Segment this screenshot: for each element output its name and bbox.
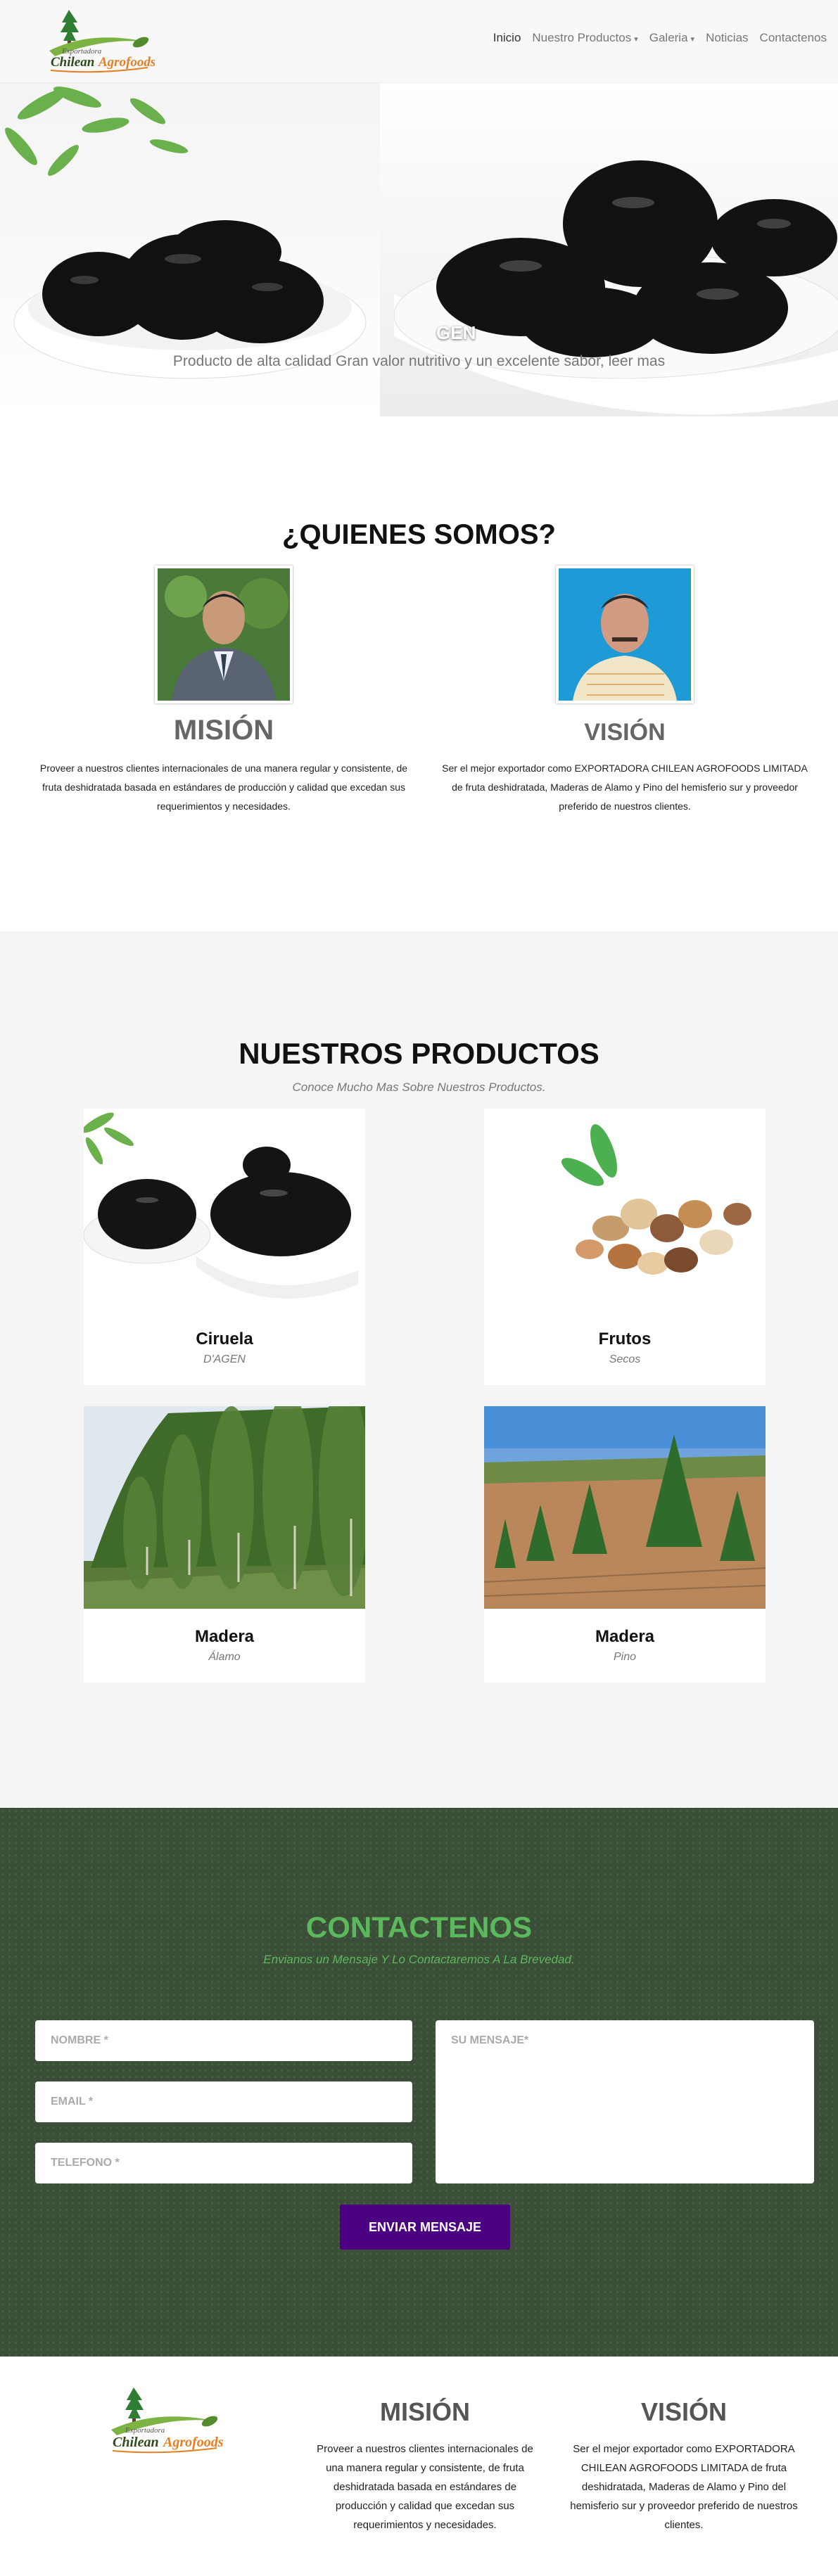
contact-subtitle: Envianos un Mensaje Y Lo Contactaremos A…	[263, 1953, 575, 1966]
product-image-alamo	[84, 1406, 365, 1609]
caret-down-icon: ▾	[690, 35, 695, 44]
product-image-pino	[484, 1406, 766, 1609]
products-section: NUESTROS PRODUCTOS Conoce Mucho Mas Sobr…	[0, 931, 838, 1808]
main-nav: Inicio Nuestro Productos ▾ Galeria ▾ Notic…	[488, 31, 832, 45]
vision-column: VISIÓN Ser el mejor exportador como EXPO…	[428, 566, 822, 816]
about-section: ¿QUIENES SOMOS? MISIÓN Proveer a nuestro…	[0, 416, 838, 931]
email-field[interactable]	[35, 2081, 412, 2122]
product-caption: Pino	[613, 1651, 637, 1663]
footer-logo[interactable]: Exportadora Chilean Agrofoods	[104, 2382, 224, 2459]
footer-mision: MISIÓN Proveer a nuestros clientes inter…	[298, 2397, 552, 2534]
product-card-ciruela[interactable]: Ciruela D'AGEN	[84, 1109, 365, 1385]
nav-item-nuestro-productos[interactable]: Nuestro Productos ▾	[526, 31, 643, 45]
message-field[interactable]	[436, 2020, 814, 2183]
slide-title: GEN	[436, 322, 476, 343]
product-name: Frutos	[598, 1330, 652, 1348]
product-caption: D'AGEN	[203, 1353, 246, 1365]
about-title: ¿QUIENES SOMOS?	[282, 519, 556, 550]
footer-vision-title: VISIÓN	[640, 2397, 728, 2426]
footer-vision-text: Ser el mejor exportador como EXPORTADORA…	[570, 2443, 798, 2531]
company-logo[interactable]: Exportadora Chilean Agrofoods	[42, 7, 155, 77]
product-caption: Álamo	[208, 1651, 241, 1663]
mision-title: MISIÓN	[173, 715, 274, 746]
product-card-madera-alamo[interactable]: Madera Álamo	[84, 1406, 365, 1683]
footer-mision-title: MISIÓN	[379, 2397, 470, 2426]
portrait-image-vision	[556, 566, 694, 703]
product-card-madera-pino[interactable]: Madera Pino	[484, 1406, 766, 1683]
svg-text:Chilean: Chilean	[51, 55, 94, 70]
footer: Exportadora Chilean Agrofoods MISIÓN Pro…	[0, 2357, 838, 2576]
vision-text: Ser el mejor exportador como EXPORTADORA…	[442, 763, 808, 812]
product-name: Ciruela	[196, 1330, 253, 1348]
svg-text:Exportadora: Exportadora	[125, 2426, 165, 2435]
send-message-button[interactable]: ENVIAR MENSAJE	[340, 2205, 510, 2250]
nav-item-noticias[interactable]: Noticias	[700, 31, 754, 45]
nav-item-inicio[interactable]: Inicio	[488, 31, 527, 45]
navbar: Exportadora Chilean Agrofoods Inicio Nue…	[0, 0, 838, 83]
contact-title: CONTACTENOS	[305, 1911, 533, 1944]
product-card-frutos[interactable]: Frutos Secos	[484, 1109, 766, 1385]
product-image-frutos	[484, 1109, 766, 1311]
product-name: Madera	[194, 1627, 255, 1646]
portrait-image-mision	[155, 566, 293, 703]
mision-text: Proveer a nuestros clientes internaciona…	[39, 763, 408, 812]
products-subtitle: Conoce Mucho Mas Sobre Nuestros Producto…	[292, 1080, 546, 1094]
phone-field[interactable]	[35, 2143, 412, 2183]
slide-caption[interactable]: Producto de alta calidad Gran valor nutr…	[0, 353, 838, 370]
product-caption: Secos	[609, 1353, 641, 1365]
svg-text:Chilean: Chilean	[113, 2435, 159, 2450]
vision-title: VISIÓN	[584, 719, 666, 746]
hero-slider[interactable]: GEN Producto de alta calidad Gran valor …	[0, 83, 838, 416]
contact-section: CONTACTENOS Envianos un Mensaje Y Lo Con…	[0, 1808, 838, 2357]
nav-item-contactenos[interactable]: Contactenos	[754, 31, 832, 45]
footer-mision-text: Proveer a nuestros clientes internaciona…	[317, 2443, 533, 2531]
product-image-ciruela	[84, 1109, 365, 1311]
mision-column: MISIÓN Proveer a nuestros clientes inter…	[27, 566, 421, 816]
products-title: NUESTROS PRODUCTOS	[239, 1037, 599, 1070]
caret-down-icon: ▾	[634, 35, 638, 44]
nav-item-galeria[interactable]: Galeria ▾	[644, 31, 700, 45]
name-field[interactable]	[35, 2020, 412, 2061]
footer-vision: VISIÓN Ser el mejor exportador como EXPO…	[557, 2397, 811, 2534]
product-name: Madera	[595, 1627, 655, 1646]
